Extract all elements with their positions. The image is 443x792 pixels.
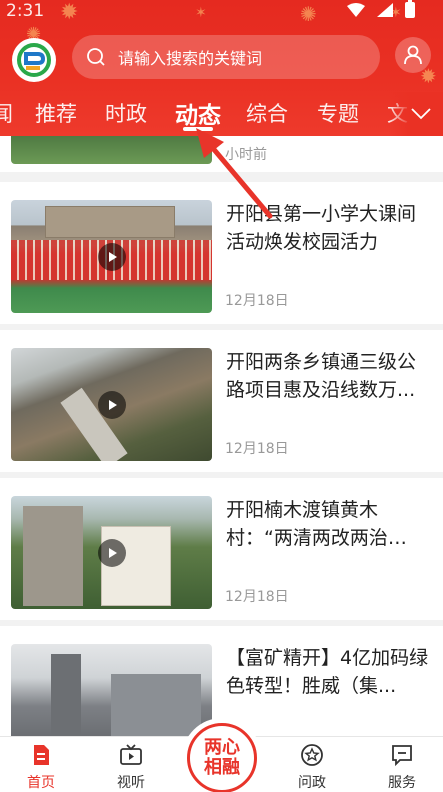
search-bar[interactable]: 请输入搜索的关键词 <box>72 35 380 79</box>
logo-icon <box>17 43 51 77</box>
search-icon <box>87 48 105 66</box>
tab-news[interactable]: 闻 <box>0 98 13 128</box>
factory-building <box>111 674 201 736</box>
nav-media[interactable]: 视听 <box>101 743 161 792</box>
thumbnail-image <box>11 348 212 461</box>
item-title[interactable]: 开阳楠木渡镇黄木村：“两清两改两治理”助... <box>226 496 434 552</box>
video-play-button[interactable] <box>97 538 126 567</box>
status-bar: 2:31 <box>0 0 443 24</box>
app-logo[interactable] <box>12 38 56 82</box>
center-label: 两心相融 <box>204 737 240 778</box>
app-header: ✺ ✹ ✶ ✺ ✹ ✶ 2:31 请输入搜索的关键词 闻 推荐 时政 动态 综合… <box>0 0 443 136</box>
item-title[interactable]: 开阳县第一小学大课间活动焕发校园活力 <box>226 200 434 256</box>
list-item[interactable]: 开阳两条乡镇通三级公路项目惠及沿线数万... 12月18日 <box>0 330 443 472</box>
center-badge: 两心相融 <box>187 723 257 792</box>
play-icon <box>108 399 117 410</box>
video-play-button[interactable] <box>97 242 126 271</box>
nav-label: 视听 <box>117 775 145 791</box>
active-tab-indicator <box>183 127 213 131</box>
message-icon <box>392 745 412 767</box>
thumbnail-image <box>11 496 212 609</box>
nav-label: 服务 <box>388 775 416 791</box>
tv-icon <box>120 744 142 765</box>
wifi-icon <box>347 3 365 17</box>
category-tabs: 闻 推荐 时政 动态 综合 专题 文 <box>0 92 443 136</box>
play-icon <box>108 547 117 558</box>
tab-dynamics[interactable]: 动态 <box>175 96 221 130</box>
thumbnail-image <box>11 136 212 164</box>
thumbnail-image <box>11 644 212 736</box>
item-time: 小时前 <box>225 147 267 163</box>
star-badge-icon <box>301 744 323 766</box>
nav-label: 问政 <box>298 775 326 791</box>
nav-service[interactable]: 服务 <box>372 743 432 792</box>
tab-politics[interactable]: 时政 <box>105 98 147 128</box>
battery-icon <box>405 0 415 18</box>
status-time: 2:31 <box>6 1 45 21</box>
more-tabs-button[interactable] <box>389 92 443 136</box>
list-item[interactable]: 开阳县第一小学大课间活动焕发校园活力 12月18日 <box>0 182 443 324</box>
item-title[interactable]: 开阳两条乡镇通三级公路项目惠及沿线数万... <box>226 348 434 404</box>
thumbnail-image <box>11 200 212 313</box>
item-title[interactable]: 【富矿精开】4亿加码绿色转型！胜威（集... <box>226 644 434 700</box>
user-profile-button[interactable] <box>395 37 431 73</box>
list-item[interactable]: 开阳楠木渡镇黄木村：“两清两改两治理”助... 12月18日 <box>0 478 443 620</box>
center-feature-button[interactable]: 两心相融 <box>182 718 262 792</box>
school-building <box>45 206 175 238</box>
tab-recommend[interactable]: 推荐 <box>35 98 77 128</box>
item-date: 12月18日 <box>225 293 289 309</box>
nav-inquiry[interactable]: 问政 <box>282 743 342 792</box>
tab-general[interactable]: 综合 <box>246 98 288 128</box>
search-placeholder: 请输入搜索的关键词 <box>118 49 263 68</box>
item-date: 12月18日 <box>225 441 289 457</box>
home-icon <box>34 745 49 765</box>
video-play-button[interactable] <box>97 390 126 419</box>
chevron-down-icon <box>411 108 431 120</box>
play-icon <box>108 251 117 262</box>
news-feed[interactable]: 小时前 开阳县第一小学大课间活动焕发校园活力 12月18日 开阳两条乡镇通三级公… <box>0 136 443 736</box>
tab-topics[interactable]: 专题 <box>317 98 359 128</box>
item-date: 12月18日 <box>225 589 289 605</box>
factory-tower <box>51 654 81 736</box>
nav-label: 首页 <box>27 775 55 791</box>
user-icon <box>404 45 422 65</box>
nav-home[interactable]: 首页 <box>11 743 71 792</box>
list-item[interactable]: 小时前 <box>0 136 443 172</box>
signal-icon <box>377 3 393 17</box>
village-gate <box>23 506 83 606</box>
